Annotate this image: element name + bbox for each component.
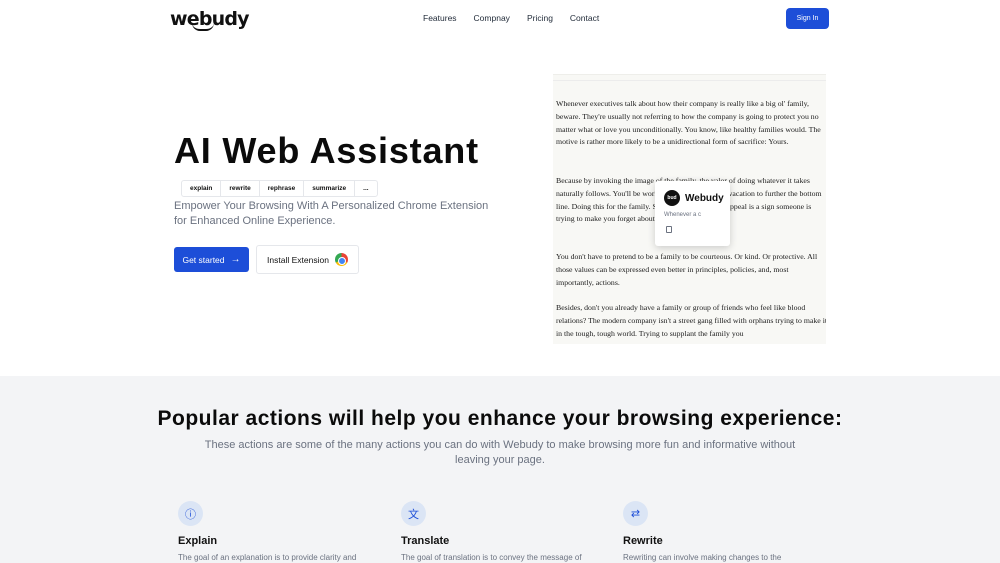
feature-description: The goal of translation is to convey the… xyxy=(401,553,582,562)
feature-title: Translate xyxy=(401,535,450,547)
copy-icon[interactable] xyxy=(666,226,672,233)
install-extension-label: Install Extension xyxy=(267,254,329,265)
nav-link-pricing[interactable]: Pricing xyxy=(527,13,553,23)
popular-actions-section: Popular actions will help you enhance yo… xyxy=(0,376,1000,563)
webudy-popup: bud Webudy Whenever a c xyxy=(655,181,730,246)
chrome-icon xyxy=(334,253,348,266)
action-tab-explain[interactable]: explain xyxy=(182,181,222,196)
install-extension-button[interactable]: Install Extension xyxy=(256,245,359,274)
nav-links: Features Compnay Pricing Contact xyxy=(423,13,616,23)
action-tab-rewrite[interactable]: rewrite xyxy=(221,181,260,196)
nav-link-contact[interactable]: Contact xyxy=(570,13,599,23)
nav-link-features[interactable]: Features xyxy=(423,13,457,23)
action-tab-rephrase[interactable]: rephrase xyxy=(260,181,305,196)
article-divider xyxy=(553,75,826,81)
nav-link-company[interactable]: Compnay xyxy=(474,13,510,23)
hero-subtitle: Empower Your Browsing With A Personalize… xyxy=(174,200,489,227)
sign-in-button[interactable]: Sign In xyxy=(786,8,829,29)
info-icon: ⓘ xyxy=(178,501,203,526)
webudy-logo[interactable]: webudy xyxy=(170,8,250,31)
feature-title: Explain xyxy=(178,535,218,547)
action-tabs: explain rewrite rephrase summarize ... xyxy=(181,180,378,197)
top-navbar: webudy Features Compnay Pricing Contact … xyxy=(0,0,1000,38)
feature-translate: 文 Translate The goal of translation is t… xyxy=(401,501,601,562)
webudy-logo-icon: bud xyxy=(664,190,680,206)
feature-description: The goal of an explanation is to provide… xyxy=(178,553,357,562)
feature-description: Rewriting can involve making changes to … xyxy=(623,553,782,562)
feature-explain: ⓘ Explain The goal of an explanation is … xyxy=(178,501,378,562)
translate-icon: 文 xyxy=(401,501,426,526)
article-paragraph: Besides, don't you already have a family… xyxy=(556,303,826,338)
popup-text: Whenever a c xyxy=(664,212,702,218)
feature-title: Rewrite xyxy=(623,535,663,547)
action-tab-more[interactable]: ... xyxy=(355,181,376,196)
swap-icon: ⇄ xyxy=(623,501,648,526)
popup-title: Webudy xyxy=(685,193,724,204)
article-paragraph: You don't have to pretend to be a family… xyxy=(556,252,818,287)
get-started-label: Get started xyxy=(182,254,225,265)
get-started-button[interactable]: Get started → xyxy=(174,247,249,272)
action-tab-summarize[interactable]: summarize xyxy=(304,181,356,196)
hero-title: AI Web Assistant xyxy=(174,130,479,171)
feature-rewrite: ⇄ Rewrite Rewriting can involve making c… xyxy=(623,501,823,562)
section-title: Popular actions will help you enhance yo… xyxy=(157,407,843,430)
article-paragraph: Whenever executives talk about how their… xyxy=(556,99,821,147)
section-subtitle: These actions are some of the many actio… xyxy=(204,439,796,466)
arrow-right-icon: → xyxy=(230,253,241,265)
